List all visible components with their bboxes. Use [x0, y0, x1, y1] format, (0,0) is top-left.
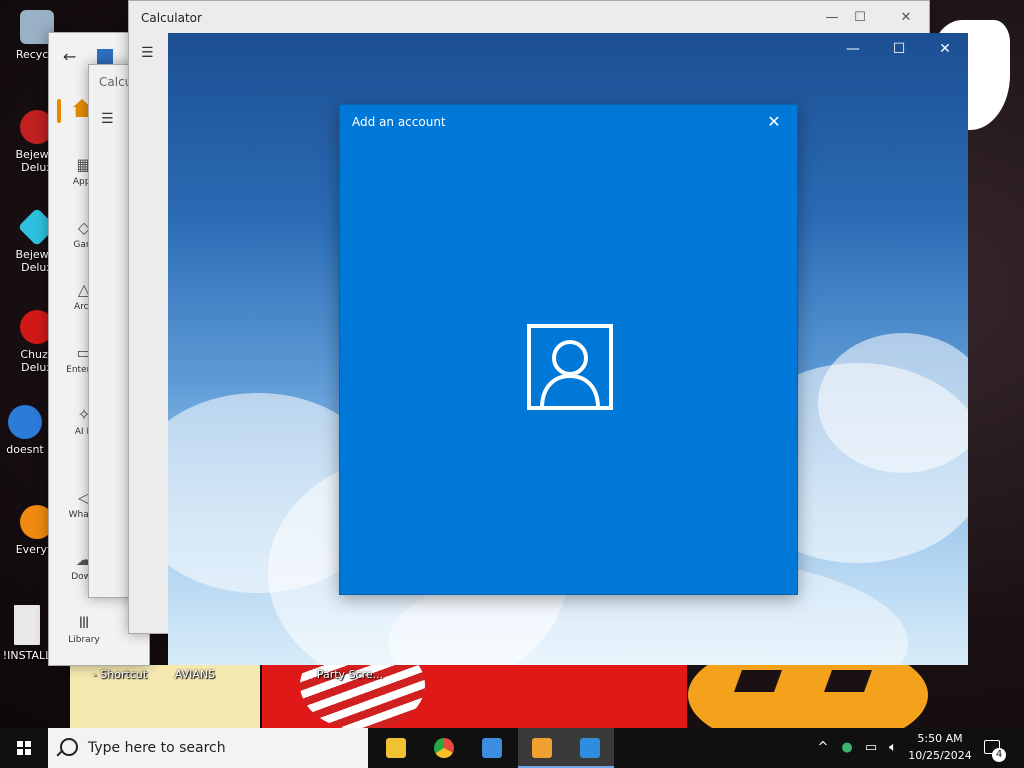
start-button[interactable]: [0, 728, 48, 768]
taskbar-calculator[interactable]: [518, 728, 566, 768]
library-icon: Ⅲ: [78, 613, 90, 632]
clock-time: 5:50 AM: [917, 732, 963, 745]
maximize-icon[interactable]: ☐: [876, 35, 922, 63]
hamburger-menu-icon[interactable]: ☰: [101, 111, 114, 127]
show-hidden-icons-chevron-icon[interactable]: ^: [812, 728, 834, 768]
thunderbird-icon: [8, 405, 42, 439]
close-icon[interactable]: ✕: [922, 35, 968, 63]
clock-date: 10/25/2024: [908, 749, 972, 762]
desktop-label-shortcut[interactable]: - Shortcut: [85, 668, 155, 681]
store-bag-icon: [97, 49, 113, 65]
dialog-title: Add an account: [352, 115, 446, 129]
folder-icon: [386, 738, 406, 758]
close-icon[interactable]: ✕: [761, 109, 787, 135]
search-icon: [60, 738, 78, 756]
notification-count-badge: 4: [992, 748, 1006, 762]
desktop-label-avians[interactable]: AVIANS: [160, 668, 230, 681]
hamburger-menu-icon[interactable]: ☰: [141, 45, 154, 61]
desktop-label-party[interactable]: Party Scre...: [315, 668, 385, 681]
people-icon[interactable]: ●: [836, 728, 858, 768]
nav-item-library[interactable]: Ⅲ Library: [49, 613, 119, 645]
mail-icon: [580, 738, 600, 758]
back-arrow-icon[interactable]: ←: [63, 47, 76, 66]
minimize-icon[interactable]: —: [830, 35, 876, 63]
taskbar-mail[interactable]: [566, 728, 614, 768]
taskbar-file-explorer[interactable]: [372, 728, 420, 768]
search-box[interactable]: Type here to search: [48, 728, 368, 768]
store-icon: [482, 738, 502, 758]
nav-selection-indicator: [57, 99, 61, 123]
add-account-dialog[interactable]: Add an account ✕: [339, 104, 798, 595]
close-icon[interactable]: ✕: [883, 7, 929, 29]
chrome-icon: [434, 738, 454, 758]
user-account-icon: [527, 324, 613, 410]
taskbar: Type here to search ^ ● ▭ 🔈︎ 5:50 AM 10/…: [0, 728, 1024, 768]
clock[interactable]: 5:50 AM 10/25/2024: [900, 730, 980, 764]
network-icon[interactable]: ▭: [860, 728, 882, 768]
window-title: Calculator: [141, 11, 202, 25]
windows-logo-icon: [17, 741, 31, 755]
taskbar-microsoft-store[interactable]: [468, 728, 516, 768]
maximize-icon[interactable]: ☐: [837, 7, 883, 29]
action-center-button[interactable]: 4: [980, 728, 1024, 768]
taskbar-chrome[interactable]: [420, 728, 468, 768]
calculator-icon: [532, 738, 552, 758]
text-file-icon: [14, 605, 40, 645]
search-placeholder: Type here to search: [88, 740, 226, 756]
